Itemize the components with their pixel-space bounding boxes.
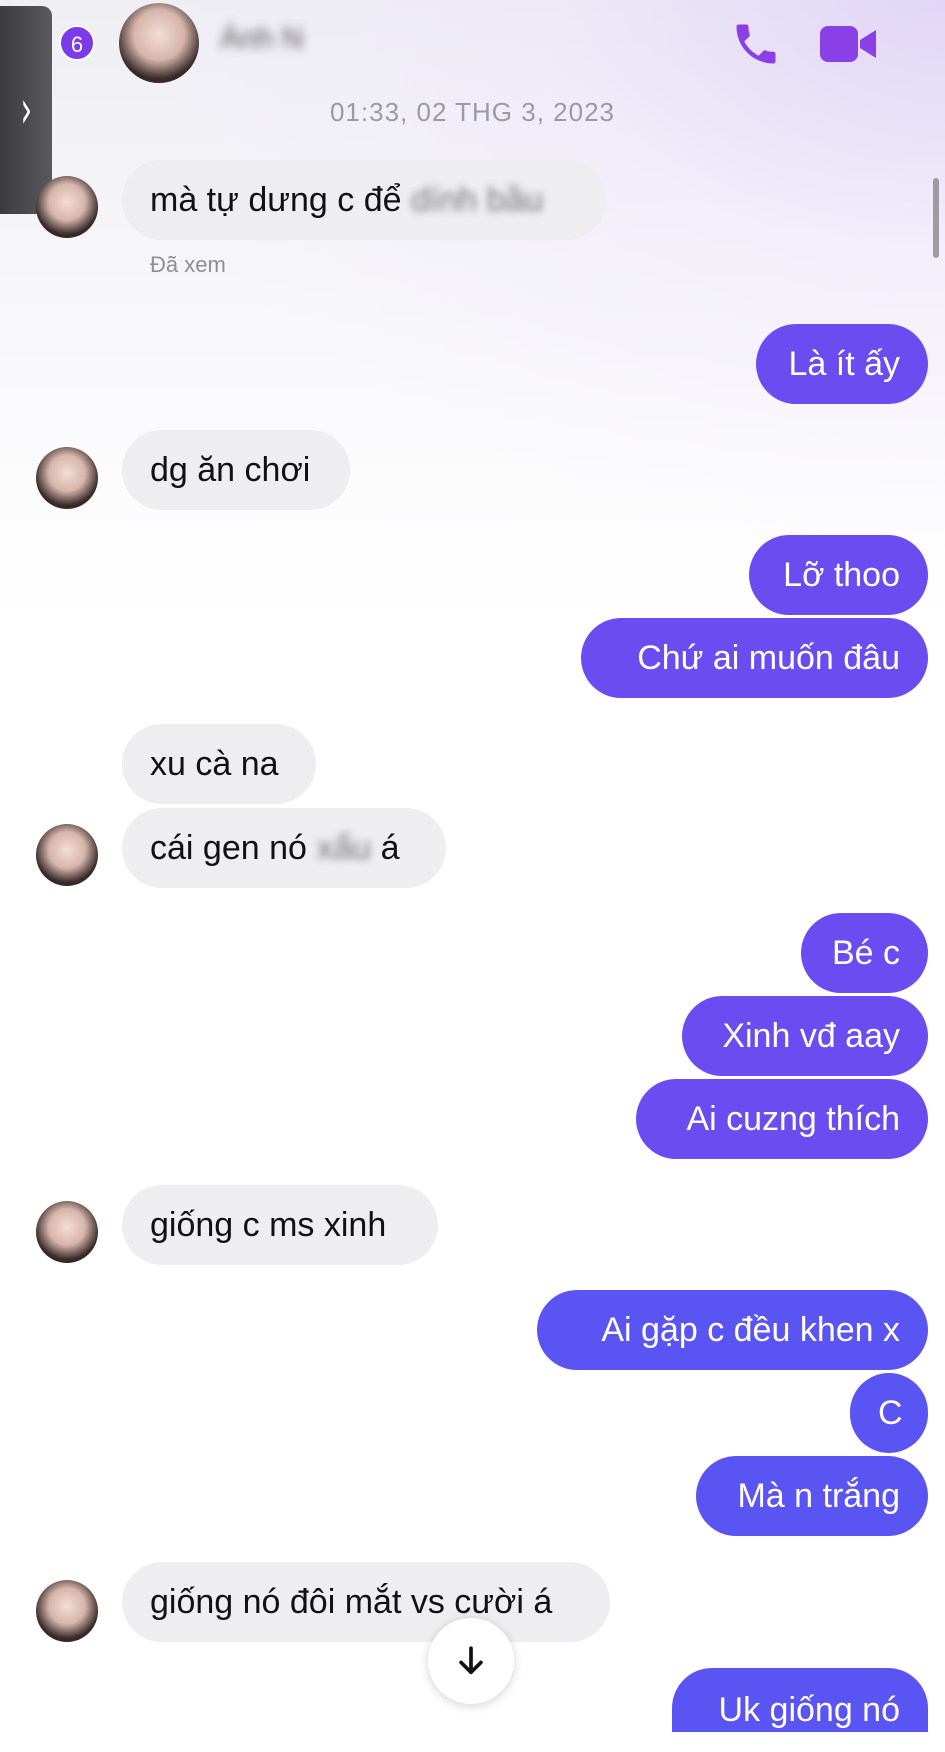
outgoing-message[interactable]: Ai cuzng thích — [636, 1079, 928, 1159]
contact-avatar-small[interactable] — [36, 1201, 98, 1263]
video-camera-icon — [820, 26, 876, 62]
outgoing-message[interactable]: Bé c — [801, 913, 928, 993]
incoming-message[interactable]: mà tự dưng c để dính bầu — [122, 160, 606, 240]
incoming-message[interactable]: giống nó đôi mắt vs cười á — [122, 1562, 610, 1642]
contact-avatar-small[interactable] — [36, 1580, 98, 1642]
seen-status: Đã xem — [150, 252, 226, 277]
message-text: mà tự dưng c để — [150, 181, 411, 219]
incoming-message[interactable]: giống c ms xinh — [122, 1185, 438, 1265]
outgoing-message[interactable]: C — [850, 1373, 928, 1453]
arrow-down-icon — [459, 1646, 483, 1675]
contact-name[interactable]: Ánh Ngọc — [220, 22, 302, 62]
outgoing-message[interactable]: Lỡ thoo — [749, 535, 928, 615]
incoming-message[interactable]: dg ăn chơi — [122, 430, 350, 510]
incoming-message[interactable]: xu cà na — [122, 724, 316, 804]
outgoing-message[interactable]: Chứ ai muốn đâu — [581, 618, 928, 698]
video-call-button[interactable] — [818, 20, 880, 68]
contact-avatar-small[interactable] — [36, 824, 98, 886]
phone-icon — [736, 24, 776, 64]
outgoing-message[interactable]: Ai gặp c đều khen x — [537, 1290, 928, 1370]
contact-avatar-small[interactable] — [36, 447, 98, 509]
unread-count-badge: 6 — [59, 25, 95, 61]
blurred-text: xấu — [316, 829, 372, 867]
message-text: á — [371, 829, 400, 867]
chat-header: › 6 Ánh Ngọc — [0, 0, 945, 214]
blurred-text: dính bầu — [410, 181, 544, 219]
message-text: cái gen nó — [150, 829, 317, 867]
scroll-to-bottom-button[interactable] — [428, 1618, 514, 1704]
incoming-message[interactable]: cái gen nó xấu á — [122, 808, 446, 888]
outgoing-message[interactable]: Mà n trắng — [696, 1456, 928, 1536]
scrollbar[interactable] — [933, 178, 939, 258]
outgoing-message[interactable]: Xinh vđ aay — [682, 996, 928, 1076]
outgoing-message[interactable]: Là ít ấy — [756, 324, 928, 404]
outgoing-message[interactable]: Uk giống nó — [672, 1668, 928, 1732]
voice-call-button[interactable] — [730, 18, 782, 70]
conversation-timestamp: 01:33, 02 THG 3, 2023 — [329, 97, 616, 127]
contact-avatar-small[interactable] — [36, 176, 98, 238]
contact-avatar[interactable] — [119, 3, 199, 83]
